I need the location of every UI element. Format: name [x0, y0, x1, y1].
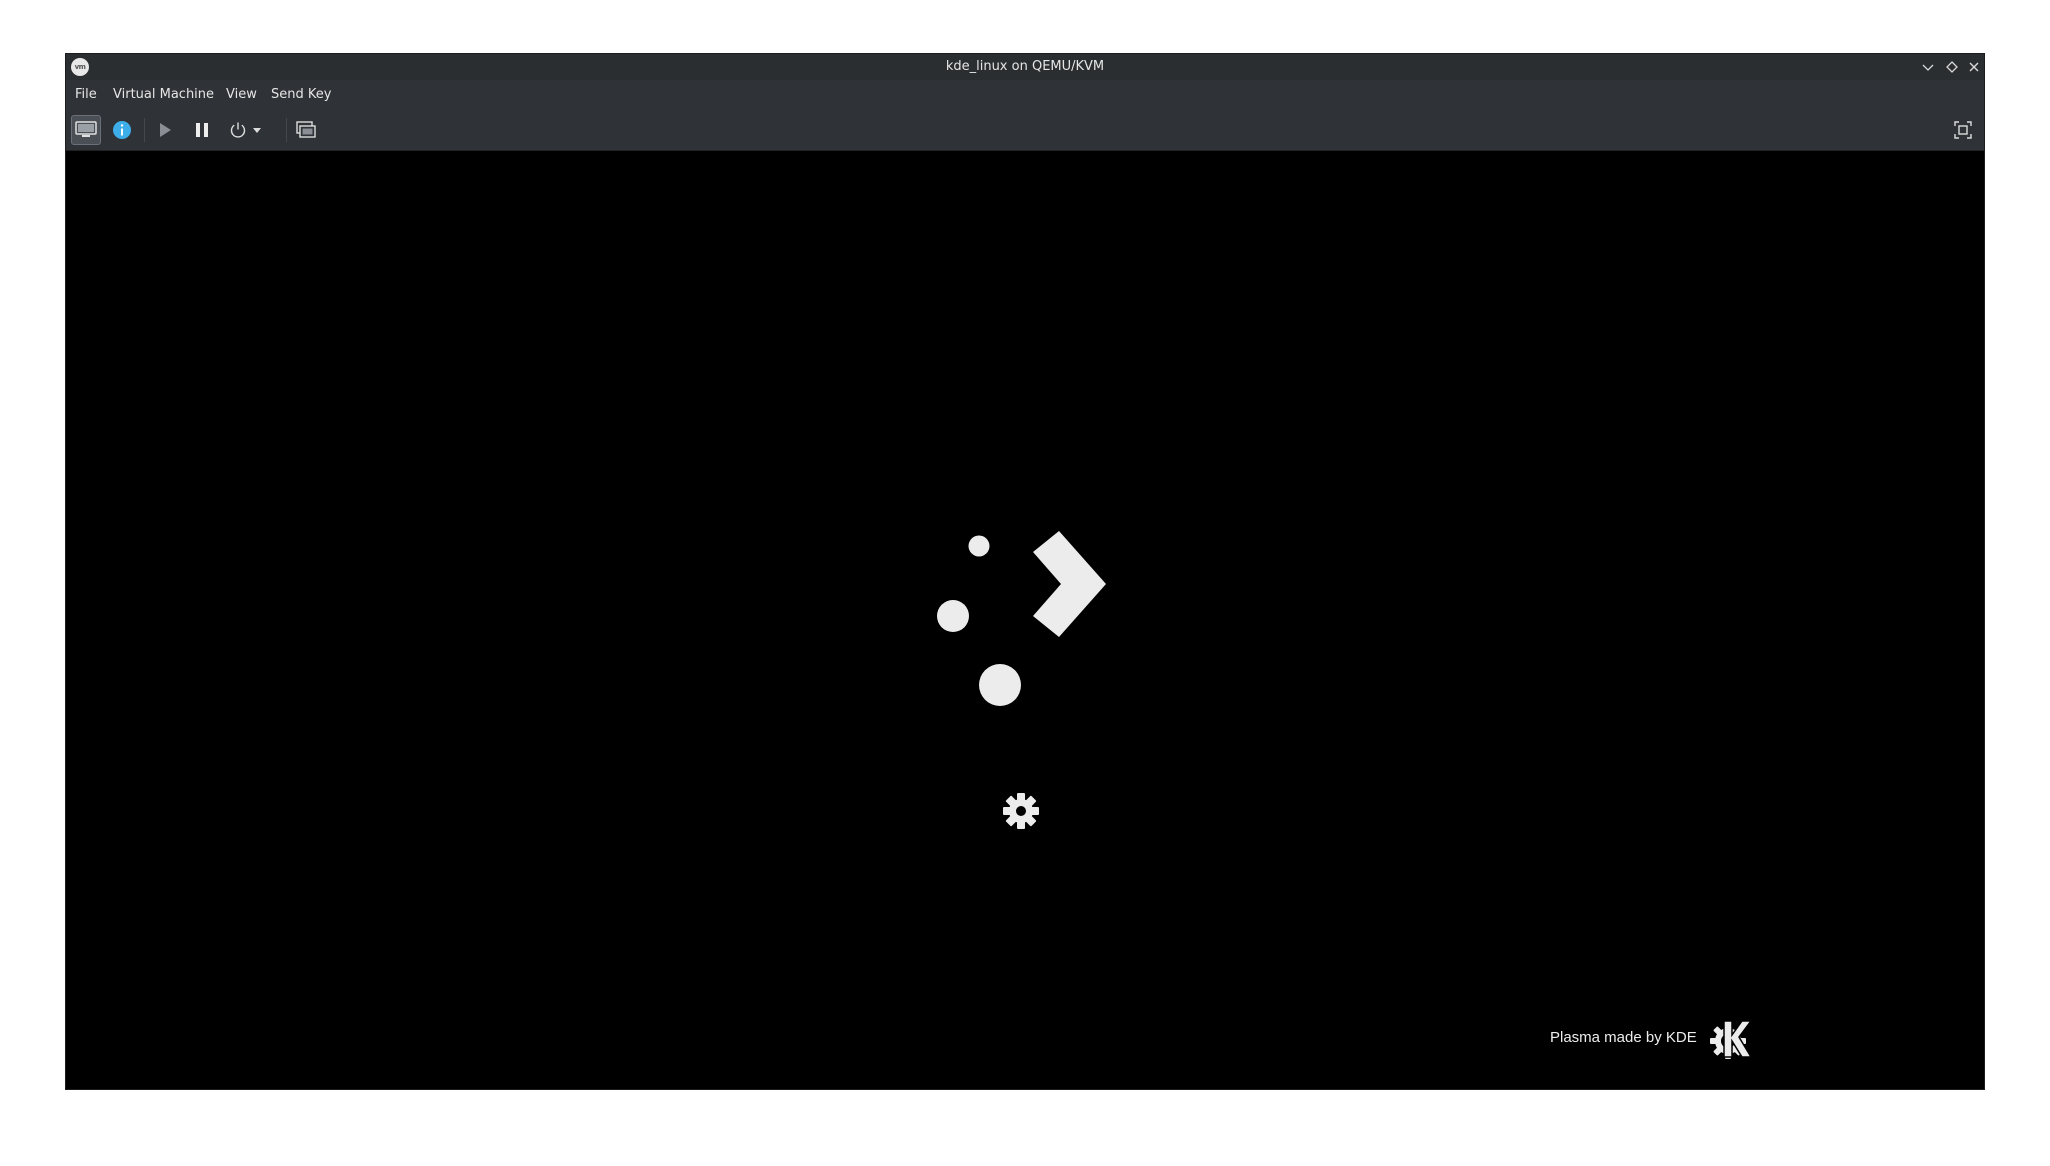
menu-view[interactable]: View: [218, 80, 265, 110]
menu-send-key[interactable]: Send Key: [263, 80, 339, 110]
shutdown-menu-button[interactable]: [247, 115, 267, 145]
vm-window: vm kde_linux on QEMU/KVM File Virtual Ma…: [66, 54, 1984, 1089]
toolbar: [66, 110, 1984, 151]
snapshots-button[interactable]: [291, 115, 321, 145]
info-icon: [113, 121, 131, 139]
kde-logo-icon: [1710, 1020, 1752, 1059]
power-icon: [230, 122, 246, 138]
maximize-button[interactable]: [1942, 57, 1962, 77]
toolbar-separator: [144, 118, 145, 142]
minimize-button[interactable]: [1918, 57, 1938, 77]
pause-icon: [196, 123, 208, 137]
toolbar-separator: [286, 118, 287, 142]
run-button[interactable]: [150, 115, 180, 145]
pause-button[interactable]: [187, 115, 217, 145]
menu-file[interactable]: File: [67, 80, 105, 110]
guest-display[interactable]: Plasma made by KDE: [66, 151, 1984, 1089]
console-icon: [75, 121, 97, 137]
plasma-splash-logo: [937, 531, 1106, 706]
snapshots-icon: [296, 121, 316, 138]
menu-virtual-machine[interactable]: Virtual Machine: [105, 80, 222, 110]
title-bar[interactable]: vm kde_linux on QEMU/KVM: [66, 54, 1984, 80]
chevron-down-icon: [1922, 64, 1934, 71]
fullscreen-icon: [1954, 121, 1972, 139]
busy-gear-icon: [1003, 793, 1039, 829]
window-title: kde_linux on QEMU/KVM: [945, 59, 1105, 74]
close-button[interactable]: [1964, 57, 1984, 77]
play-icon: [160, 123, 171, 137]
fullscreen-button[interactable]: [1948, 115, 1978, 145]
close-icon: [1969, 62, 1979, 72]
diamond-icon: [1946, 61, 1958, 73]
menu-bar: File Virtual Machine View Send Key: [66, 80, 1984, 110]
show-console-button[interactable]: [71, 115, 101, 145]
show-details-button[interactable]: [107, 115, 137, 145]
dropdown-arrow-icon: [253, 128, 261, 133]
plasma-branding-text: Plasma made by KDE: [1550, 1029, 1697, 1046]
